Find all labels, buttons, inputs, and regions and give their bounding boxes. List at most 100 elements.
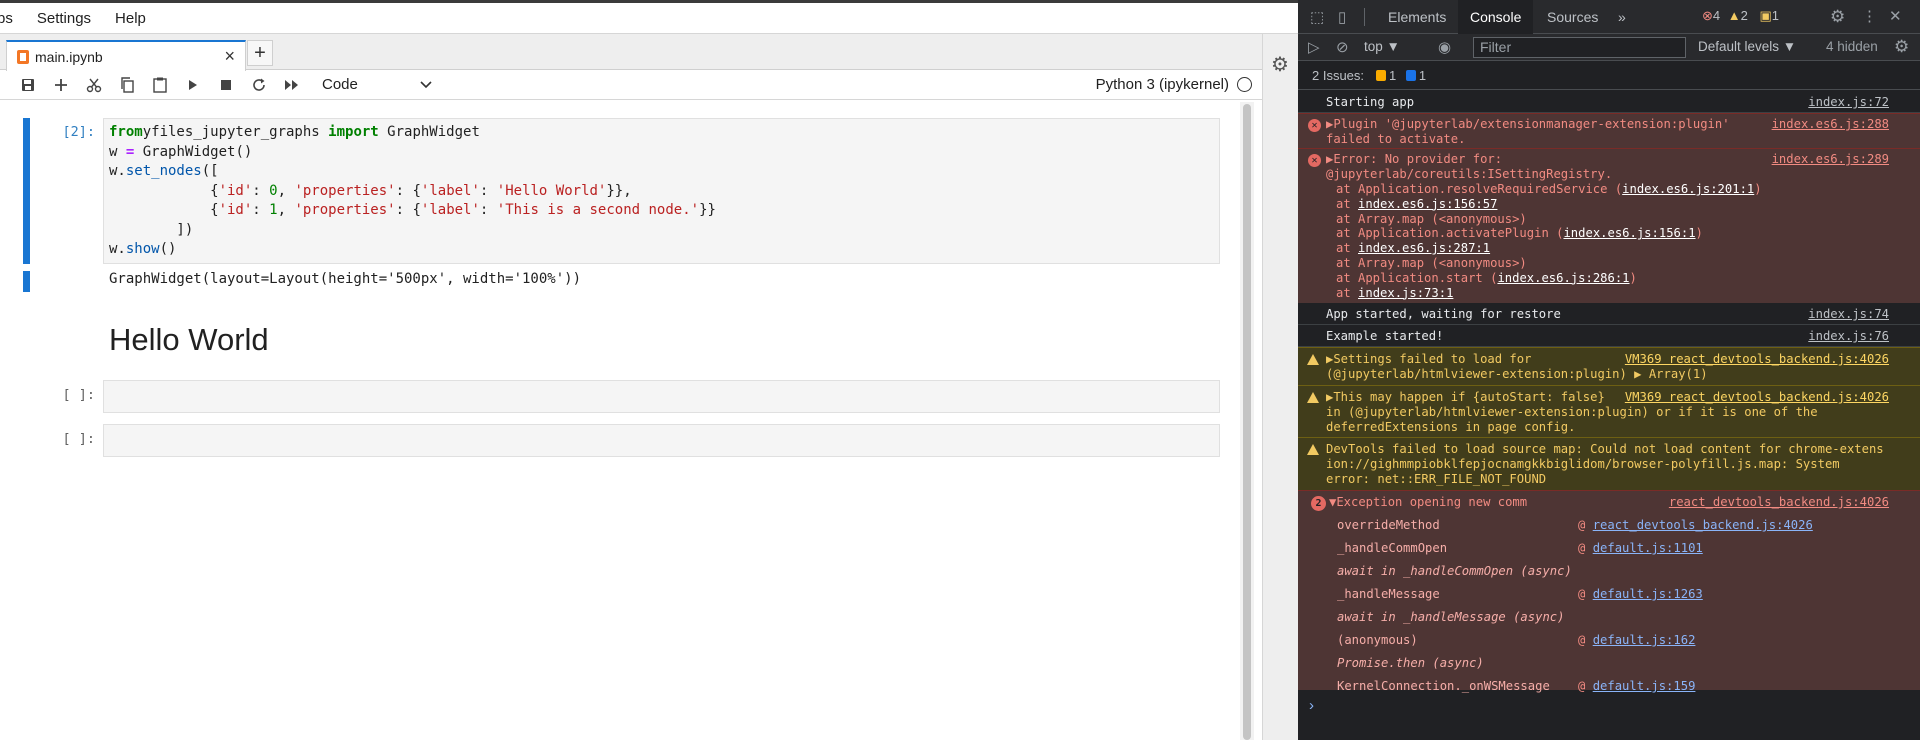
- console-warning[interactable]: ▶Settings failed to load for (@jupyterla…: [1298, 347, 1920, 385]
- output-heading: Hello World: [109, 322, 269, 357]
- sidebar-toggle-icon[interactable]: ▷: [1308, 38, 1320, 56]
- source-link[interactable]: index.js:74: [1808, 307, 1889, 322]
- restart-icon[interactable]: [246, 72, 272, 98]
- stop-icon[interactable]: [213, 72, 239, 98]
- empty-code-cell[interactable]: [103, 380, 1220, 413]
- source-link[interactable]: index.js:72: [1808, 95, 1889, 110]
- tab-sources[interactable]: Sources: [1547, 0, 1598, 34]
- code-token: 0: [269, 182, 278, 199]
- code-cell-input[interactable]: fromyfiles_jupyter_graphs import GraphWi…: [103, 118, 1220, 264]
- stack-frame: at index.es6.js:287:1: [1336, 241, 1490, 256]
- code-token: 'id': [218, 202, 253, 218]
- menu-item-tabs[interactable]: ps: [0, 10, 13, 27]
- stack-source-link[interactable]: index.es6.js:286:1: [1497, 271, 1629, 285]
- tab-console[interactable]: Console: [1458, 0, 1534, 34]
- frame-source-link[interactable]: default.js:159: [1593, 679, 1696, 693]
- stack-text: at Application.activatePlugin (: [1336, 226, 1564, 241]
- clear-console-icon[interactable]: ⊘: [1336, 38, 1349, 56]
- console-warning[interactable]: ▶This may happen if {autoStart: false} i…: [1298, 385, 1920, 437]
- console-settings-icon[interactable]: ⚙: [1894, 37, 1909, 57]
- code-line: ]): [109, 221, 1214, 241]
- at-symbol: @: [1578, 679, 1593, 693]
- menu-item-settings[interactable]: Settings: [37, 10, 91, 27]
- more-tabs-icon[interactable]: »: [1618, 0, 1626, 34]
- code-token: 1: [269, 202, 278, 218]
- code-line: w.set_nodes([: [109, 162, 1214, 182]
- notebook-tab[interactable]: main.ipynb ×: [6, 40, 246, 71]
- run-icon[interactable]: [180, 72, 206, 98]
- new-launcher-button[interactable]: +: [247, 40, 273, 66]
- console-warning[interactable]: DevTools failed to load source map: Coul…: [1298, 437, 1920, 490]
- close-devtools-icon[interactable]: ✕: [1889, 7, 1902, 25]
- issues-bar[interactable]: 2 Issues: 1 1: [1298, 61, 1920, 90]
- frame-function: overrideMethod: [1337, 518, 1440, 532]
- cell-type-dropdown[interactable]: Code: [322, 76, 432, 93]
- save-icon[interactable]: [15, 72, 41, 98]
- code-line: w = GraphWidget(): [109, 143, 1214, 163]
- frame-source-link[interactable]: default.js:1101: [1593, 541, 1703, 555]
- source-link[interactable]: VM369 react_devtools_backend.js:4026: [1625, 352, 1889, 367]
- code-token: {: [109, 182, 219, 199]
- settings-gear-icon[interactable]: ⚙: [1830, 7, 1845, 27]
- async-marker: await in _handleCommOpen (async): [1337, 564, 1572, 578]
- log-levels-dropdown[interactable]: Default levels ▼: [1698, 39, 1796, 54]
- more-options-icon[interactable]: ⋮: [1862, 7, 1877, 25]
- tab-elements[interactable]: Elements: [1388, 0, 1446, 34]
- console-filter-input[interactable]: Filter: [1473, 37, 1686, 58]
- console-error-group[interactable]: 2 ▼Exception opening new comm react_devt…: [1298, 490, 1920, 693]
- stack-frame: at Application.resolveRequiredService (i…: [1336, 182, 1762, 197]
- notebook-scrollbar[interactable]: [1240, 102, 1254, 740]
- code-token: : {: [395, 182, 421, 199]
- code-token: show: [125, 241, 160, 257]
- property-inspector-icon[interactable]: ⚙: [1271, 52, 1289, 77]
- stack-source-link[interactable]: index.es6.js:287:1: [1358, 241, 1490, 255]
- device-toolbar-icon[interactable]: ▯: [1338, 8, 1346, 26]
- live-expression-eye-icon[interactable]: ◉: [1438, 38, 1451, 56]
- at-symbol: @: [1578, 587, 1593, 601]
- source-link[interactable]: react_devtools_backend.js:4026: [1669, 495, 1889, 510]
- copy-icon[interactable]: [114, 72, 140, 98]
- frame-source-link[interactable]: react_devtools_backend.js:4026: [1593, 518, 1813, 532]
- scrollbar-thumb[interactable]: [1243, 104, 1251, 740]
- active-cell-indicator[interactable]: [23, 118, 30, 264]
- empty-code-cell[interactable]: [103, 424, 1220, 457]
- restart-run-all-icon[interactable]: [279, 72, 305, 98]
- console-counts[interactable]: ⊗4 ▲2 ▣1: [1702, 8, 1779, 24]
- code-token: :: [479, 202, 497, 218]
- paste-icon[interactable]: [147, 72, 173, 98]
- console-error[interactable]: ✕ ▶Plugin '@jupyterlab/extensionmanager-…: [1298, 113, 1920, 148]
- widget-output-text: GraphWidget(layout=Layout(height='500px'…: [109, 271, 582, 287]
- kernel-indicator[interactable]: Python 3 (ipykernel): [1096, 76, 1252, 93]
- context-selector[interactable]: top ▼: [1364, 39, 1400, 54]
- issue-icon: ▣: [1759, 8, 1772, 23]
- at-symbol: @: [1578, 541, 1593, 555]
- console-error[interactable]: ✕ ▶Error: No provider for: @jupyterlab/c…: [1298, 148, 1920, 303]
- at-symbol: @: [1578, 633, 1593, 647]
- frame-source-link[interactable]: default.js:162: [1593, 633, 1696, 647]
- menu-item-help[interactable]: Help: [115, 10, 146, 27]
- output-collapser[interactable]: [23, 271, 30, 292]
- code-token: from: [109, 124, 143, 140]
- stack-source-link[interactable]: index.es6.js:156:1: [1563, 226, 1695, 240]
- execution-count: [2]:: [62, 124, 95, 140]
- source-link[interactable]: index.js:76: [1808, 329, 1889, 344]
- code-token: :: [252, 182, 270, 199]
- stack-source-link[interactable]: index.es6.js:201:1: [1622, 182, 1754, 196]
- cut-icon[interactable]: [81, 72, 107, 98]
- frame-function: KernelConnection._onWSMessage: [1337, 679, 1550, 693]
- stack-source-link[interactable]: index.js:73:1: [1358, 286, 1453, 300]
- code-token: import: [328, 124, 379, 140]
- inspect-element-icon[interactable]: ⬚: [1310, 8, 1324, 26]
- console-input-caret[interactable]: ›: [1309, 697, 1314, 714]
- insert-cell-icon[interactable]: [48, 72, 74, 98]
- source-link[interactable]: VM369 react_devtools_backend.js:4026: [1625, 390, 1889, 405]
- close-tab-icon[interactable]: ×: [224, 46, 235, 67]
- stack-source-link[interactable]: index.es6.js:156:57: [1358, 197, 1497, 211]
- error-icon: ✕: [1308, 154, 1321, 167]
- stack-text: at: [1336, 241, 1359, 256]
- source-link[interactable]: index.es6.js:289: [1772, 152, 1889, 167]
- source-link[interactable]: index.es6.js:288: [1772, 117, 1889, 132]
- frame-source-link[interactable]: default.js:1263: [1593, 587, 1703, 601]
- hidden-count: 4 hidden: [1826, 39, 1878, 54]
- stack-text: at Application.resolveRequiredService (: [1336, 182, 1623, 196]
